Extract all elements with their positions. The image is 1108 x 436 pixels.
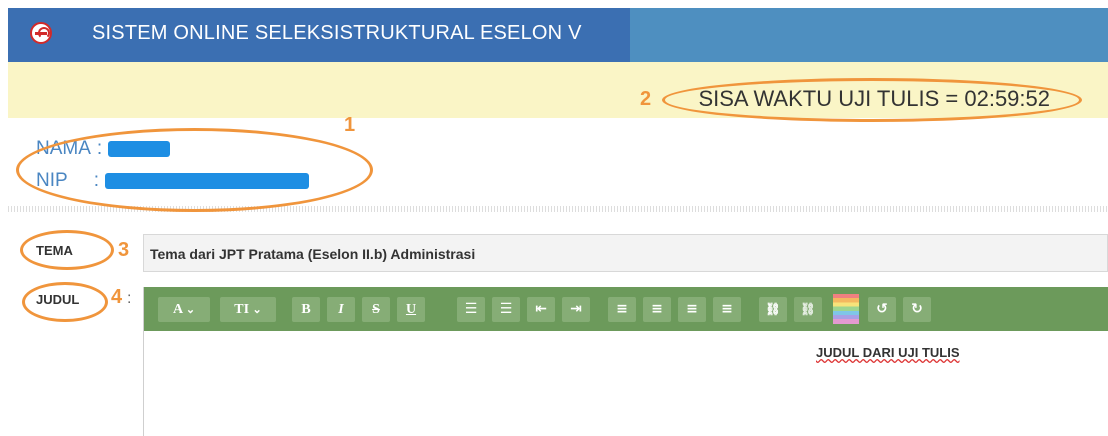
font-size-label: TI	[234, 302, 250, 317]
chevron-down-icon: ⌄	[185, 304, 196, 316]
font-label: A	[172, 302, 183, 317]
bold-button[interactable]: B	[292, 297, 320, 322]
annotation-ring-4	[22, 282, 108, 322]
header-title-block: SISTEM ONLINE SELEKSISTRUKTURAL ESELON V	[8, 8, 630, 62]
annotation-number-1: 1	[344, 114, 356, 136]
font-size-dropdown[interactable]: TI ⌄	[220, 297, 276, 322]
editor-toolbar: A ⌄ TI ⌄ B I S U ☰ ☰ ⇤ ⇥ ≡ ≡ ≡ ≡ ⛓ ⛓ ↺ ↻	[144, 287, 1108, 331]
annotation-ring-3	[20, 230, 114, 270]
app-title: SISTEM ONLINE SELEKSISTRUKTURAL ESELON V	[92, 22, 582, 44]
indent-icon[interactable]: ⇥	[562, 297, 590, 322]
app-header: SISTEM ONLINE SELEKSISTRUKTURAL ESELON V	[8, 8, 1108, 62]
strikethrough-button[interactable]: S	[362, 297, 390, 322]
font-dropdown[interactable]: A ⌄	[158, 297, 210, 322]
align-right-icon[interactable]: ≡	[678, 297, 706, 322]
annotation-ring-2	[662, 78, 1082, 122]
justify-icon[interactable]: ≡	[713, 297, 741, 322]
undo-icon[interactable]: ↺	[868, 297, 896, 322]
annotation-number-3: 3	[118, 239, 130, 261]
annotation-number-2: 2	[640, 88, 652, 110]
link-icon[interactable]: ⛓	[759, 297, 787, 322]
align-center-icon[interactable]: ≡	[643, 297, 671, 322]
tema-field: Tema dari JPT Pratama (Eselon II.b) Admi…	[143, 234, 1108, 272]
align-left-icon[interactable]: ≡	[608, 297, 636, 322]
rich-text-editor[interactable]: A ⌄ TI ⌄ B I S U ☰ ☰ ⇤ ⇥ ≡ ≡ ≡ ≡ ⛓ ⛓ ↺ ↻…	[143, 287, 1108, 436]
annotation-number-4: 4	[111, 286, 123, 308]
unordered-list-icon[interactable]: ☰	[457, 297, 485, 322]
annotation-ring-1	[16, 128, 373, 212]
outdent-icon[interactable]: ⇤	[527, 297, 555, 322]
ordered-list-icon[interactable]: ☰	[492, 297, 520, 322]
color-palette-icon[interactable]	[833, 294, 859, 324]
unlink-icon[interactable]: ⛓	[794, 297, 822, 322]
editor-content[interactable]: JUDUL DARI UJI TULIS	[816, 345, 960, 360]
redo-icon[interactable]: ↻	[903, 297, 931, 322]
e-logo-icon	[30, 22, 52, 44]
judul-colon: :	[127, 290, 132, 307]
underline-button[interactable]: U	[397, 297, 425, 322]
chevron-down-icon: ⌄	[252, 304, 262, 316]
italic-button[interactable]: I	[327, 297, 355, 322]
